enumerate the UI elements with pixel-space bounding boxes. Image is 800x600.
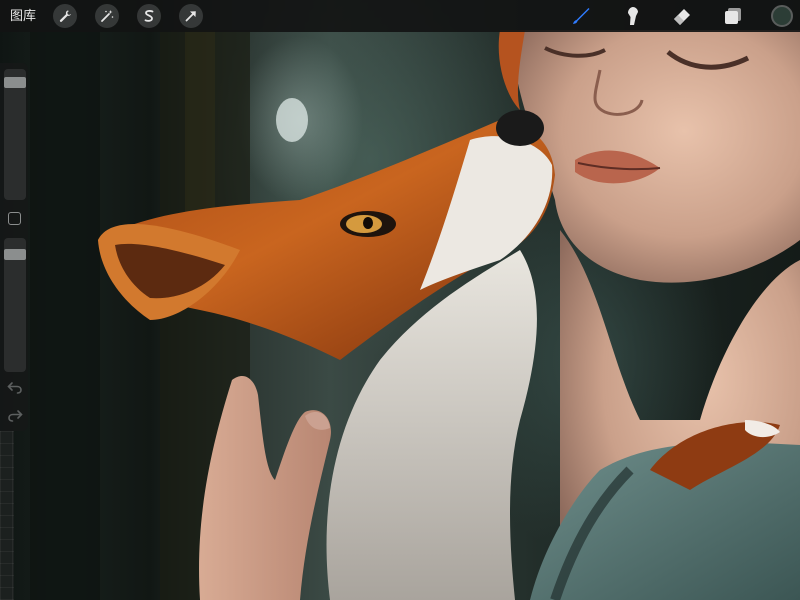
actions-button[interactable] <box>53 4 77 28</box>
color-picker-button[interactable] <box>771 5 793 27</box>
eraser-tool-button[interactable] <box>670 4 694 28</box>
artwork-painting <box>30 30 800 600</box>
undo-arrow-icon <box>7 382 22 394</box>
redo-button[interactable] <box>7 409 23 423</box>
adjustments-button[interactable] <box>95 4 119 28</box>
layers-button[interactable] <box>721 4 745 28</box>
redo-arrow-icon <box>8 410 23 422</box>
drawing-canvas[interactable] <box>0 0 800 600</box>
brush-size-handle[interactable] <box>4 77 26 88</box>
modify-button[interactable] <box>8 212 21 225</box>
gallery-button[interactable]: 图库 <box>10 7 36 25</box>
wrench-icon <box>59 10 71 22</box>
smudge-tool-button[interactable] <box>620 4 644 28</box>
selection-button[interactable] <box>137 4 161 28</box>
transform-button[interactable] <box>179 4 203 28</box>
layers-icon <box>725 8 741 24</box>
arrow-cursor-icon <box>185 11 196 22</box>
selection-s-icon <box>144 10 154 22</box>
brush-tool-button[interactable] <box>569 4 593 28</box>
canvas-edge-grid <box>0 431 14 600</box>
opacity-handle[interactable] <box>4 249 26 260</box>
eraser-icon <box>674 9 690 25</box>
brush-size-slider[interactable] <box>4 69 26 200</box>
opacity-slider[interactable] <box>4 238 26 372</box>
brush-icon <box>573 8 590 24</box>
undo-button[interactable] <box>7 381 23 395</box>
left-sidebar <box>0 63 28 431</box>
smudge-icon <box>628 7 638 25</box>
magic-wand-icon <box>101 10 114 22</box>
top-toolbar: 图库 <box>0 0 800 32</box>
